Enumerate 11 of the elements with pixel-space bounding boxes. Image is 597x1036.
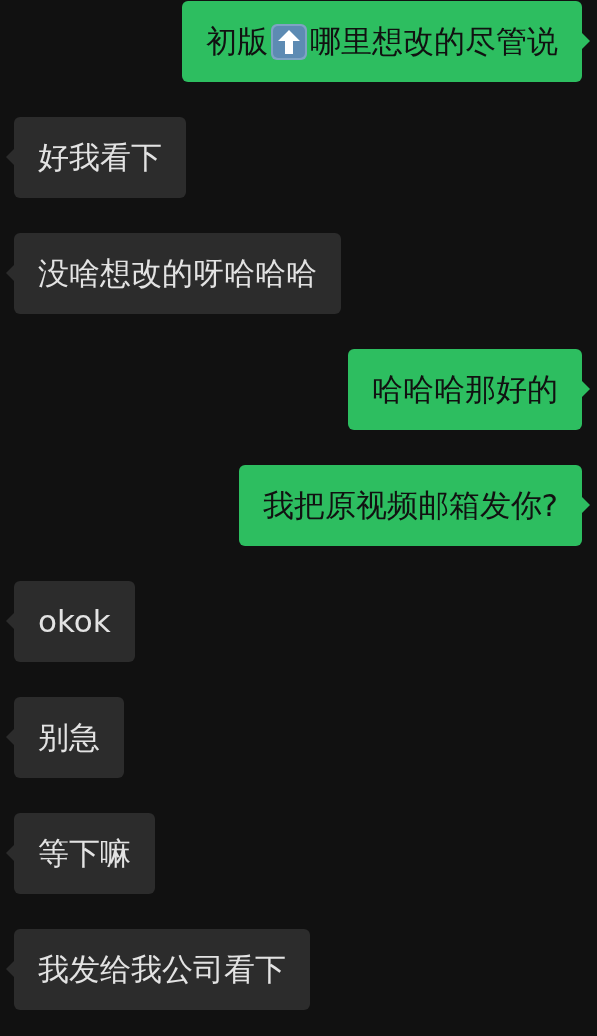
message-text: okok bbox=[38, 602, 111, 642]
up-arrow-icon bbox=[271, 23, 307, 60]
message-text: 哈哈哈那好的 bbox=[372, 370, 558, 410]
message-text: 我发给我公司看下 bbox=[38, 950, 286, 990]
message-text: 初版 bbox=[206, 22, 268, 62]
message-text: 好我看下 bbox=[38, 138, 162, 178]
message-text: 我把原视频邮箱发你? bbox=[262, 486, 558, 526]
message-text: 哪里想改的尽管说 bbox=[310, 22, 558, 62]
message-text: 等下嘛 bbox=[38, 834, 131, 874]
message-text: 别急 bbox=[38, 718, 100, 758]
message-text: 没啥想改的呀哈哈哈 bbox=[38, 254, 317, 294]
